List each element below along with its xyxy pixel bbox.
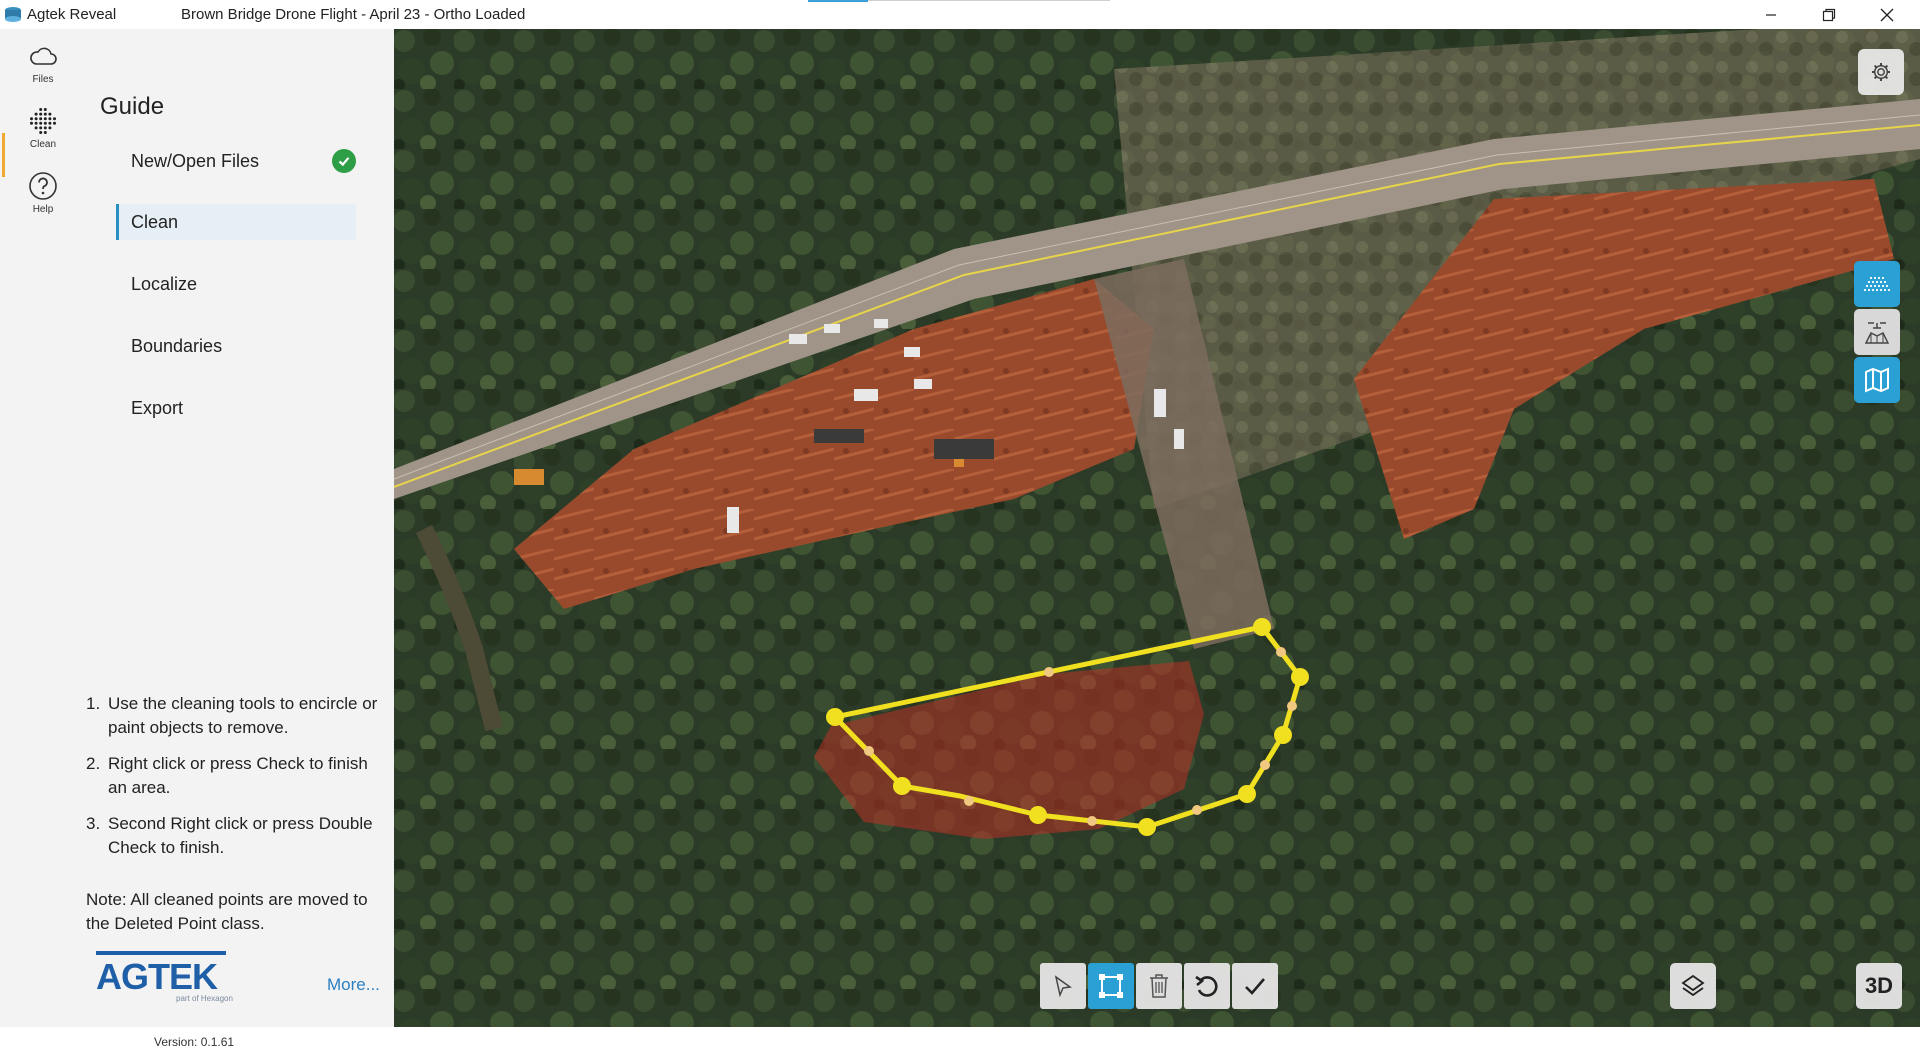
rail-item-files[interactable]: Files — [0, 32, 86, 88]
instruction-number: 1. — [86, 694, 101, 713]
instruction-text: Right click or press Check to finish an … — [108, 754, 368, 797]
map-view-button[interactable] — [1854, 357, 1900, 403]
finish-area-button[interactable] — [1232, 963, 1278, 1009]
step-new-open-files[interactable]: New/Open Files — [116, 143, 356, 179]
layers-icon — [1681, 974, 1705, 997]
point-cloud-view-button[interactable] — [1854, 261, 1900, 307]
instruction-text: Second Right click or press Double Check… — [108, 814, 373, 857]
logo-subtext: part of Hexagon — [176, 994, 233, 1003]
step-label: Export — [131, 397, 184, 418]
app-logo-icon — [5, 7, 21, 22]
step-export[interactable]: Export — [116, 390, 356, 426]
layers-button[interactable] — [1670, 963, 1716, 1009]
undo-button[interactable] — [1184, 963, 1230, 1009]
map-view-icon — [1865, 367, 1889, 393]
close-icon — [1880, 8, 1894, 21]
instruction-text: Use the cleaning tools to encircle or pa… — [108, 694, 378, 737]
more-link[interactable]: More... — [327, 975, 380, 995]
rail-item-clean[interactable]: Clean — [0, 97, 86, 153]
settings-button[interactable] — [1858, 49, 1904, 95]
step-complete-check-icon — [332, 149, 356, 173]
logo-wordmark: AGTEK — [96, 956, 218, 997]
guide-title: Guide — [100, 93, 165, 120]
cloud-icon — [30, 47, 57, 65]
drone-view-icon — [1864, 322, 1890, 344]
step-localize[interactable]: Localize — [116, 266, 356, 302]
check-icon — [1245, 978, 1265, 995]
drone-view-button[interactable] — [1854, 309, 1900, 355]
instruction-number: 2. — [86, 754, 101, 773]
app-name: Agtek Reveal — [27, 6, 117, 23]
select-arrow-icon — [1054, 975, 1072, 998]
minimize-icon — [1766, 13, 1776, 16]
step-label: Boundaries — [131, 335, 223, 356]
gear-icon — [1872, 63, 1890, 81]
restore-button[interactable] — [1806, 0, 1852, 29]
agtek-logo: AGTEK part of Hexagon — [96, 945, 246, 1005]
window-title: Brown Bridge Drone Flight - April 23 - O… — [181, 6, 526, 23]
instruction-number: 3. — [86, 814, 101, 833]
polygon-select-tool-button[interactable] — [1088, 963, 1134, 1009]
instruction-note: Note: All cleaned points are moved to th… — [86, 890, 368, 933]
select-tool-button[interactable] — [1040, 963, 1086, 1009]
step-label: New/Open Files — [131, 150, 260, 171]
rail-label: Help — [32, 204, 54, 215]
close-button[interactable] — [1864, 0, 1910, 29]
help-icon — [29, 172, 57, 200]
version-label: Version: 0.1.61 — [154, 1035, 235, 1049]
left-nav-rail: Files Clean Help — [0, 29, 86, 1027]
step-boundaries[interactable]: Boundaries — [116, 328, 356, 364]
point-cloud-icon — [30, 108, 56, 134]
minimize-button[interactable] — [1748, 0, 1794, 29]
toggle-3d-button[interactable]: 3D — [1856, 963, 1902, 1009]
aerial-ortho-image — [394, 29, 1920, 1027]
restore-icon — [1822, 8, 1836, 21]
trash-icon — [1150, 974, 1168, 998]
point-cloud-view-icon — [1863, 276, 1891, 292]
step-label: Localize — [131, 273, 198, 294]
title-divider — [868, 0, 1110, 1]
delete-button[interactable] — [1136, 963, 1182, 1009]
step-clean[interactable]: Clean — [116, 204, 356, 240]
cleaning-toolbar — [1040, 963, 1278, 1009]
title-bar: Agtek Reveal Brown Bridge Drone Flight -… — [0, 0, 1920, 29]
guide-panel: Guide New/Open Files Clean Localize Boun… — [86, 29, 394, 1049]
rail-label: Files — [32, 74, 54, 85]
title-accent-bar — [808, 0, 868, 2]
ortho-map-viewport[interactable]: 3D — [394, 29, 1920, 1027]
rail-item-help[interactable]: Help — [0, 162, 86, 218]
polygon-select-icon — [1099, 974, 1123, 998]
rail-label: Clean — [29, 139, 57, 150]
step-label: Clean — [131, 211, 179, 232]
undo-icon — [1195, 975, 1218, 997]
